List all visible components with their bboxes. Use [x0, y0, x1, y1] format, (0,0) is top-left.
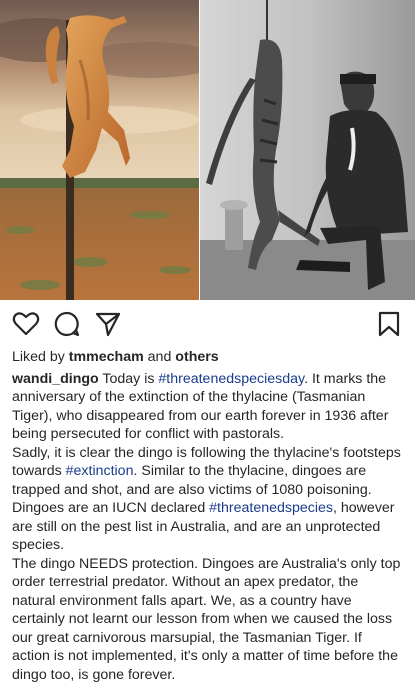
caption-paragraph-2: Sadly, it is clear the dingo is followin…: [12, 444, 403, 555]
hashtag-link[interactable]: #threatenedspeciesday: [158, 371, 304, 387]
share-icon[interactable]: [94, 310, 122, 338]
caption-paragraph-3: The dingo NEEDS protection. Dingoes are …: [12, 555, 403, 684]
caption-text: Today is: [102, 371, 154, 387]
likes-summary: Liked by tmmecham and others: [12, 348, 403, 367]
post-action-bar: [0, 300, 415, 348]
post-image-carousel[interactable]: [0, 0, 415, 300]
post-photo-dingo: [0, 0, 199, 300]
bookmark-icon[interactable]: [375, 310, 403, 338]
hashtag-link[interactable]: #threatenedspecies: [209, 500, 333, 516]
hashtag-link[interactable]: #extinction: [66, 463, 134, 479]
post-photo-thylacine: [200, 0, 415, 300]
post-caption-area: Liked by tmmecham and others wandi_dingo…: [0, 348, 415, 684]
likes-others-link[interactable]: others: [175, 349, 218, 365]
likes-prefix: Liked by: [12, 349, 65, 365]
caption-username-link[interactable]: wandi_dingo: [12, 371, 99, 387]
comment-icon[interactable]: [53, 310, 81, 338]
caption-paragraph-1: wandi_dingo Today is #threatenedspeciesd…: [12, 370, 403, 444]
heart-icon[interactable]: [12, 310, 40, 338]
liked-by-user-link[interactable]: tmmecham: [69, 349, 144, 365]
likes-and: and: [148, 349, 172, 365]
